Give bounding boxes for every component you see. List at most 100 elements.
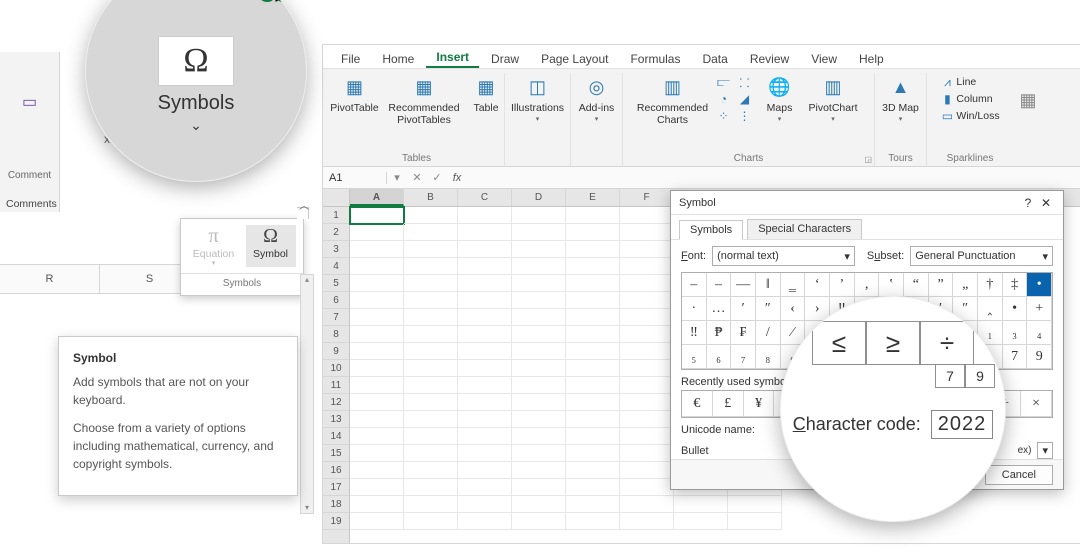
cell[interactable] — [566, 377, 620, 394]
cell[interactable] — [404, 292, 458, 309]
cell[interactable] — [512, 445, 566, 462]
namebox-dropdown-icon[interactable]: ▾ — [387, 171, 407, 184]
cell[interactable] — [350, 207, 404, 224]
symbol-cell[interactable]: ₃ — [1003, 321, 1028, 345]
row-19[interactable]: 19 — [323, 513, 349, 530]
cell[interactable] — [350, 394, 404, 411]
cell[interactable] — [350, 377, 404, 394]
recent-symbol[interactable]: × — [1021, 391, 1052, 417]
row-17[interactable]: 17 — [323, 479, 349, 496]
symbol-cell[interactable]: • — [1027, 273, 1052, 297]
row-3[interactable]: 3 — [323, 241, 349, 258]
cell[interactable] — [620, 411, 674, 428]
row-11[interactable]: 11 — [323, 377, 349, 394]
symbol-cell[interactable]: ₱ — [707, 321, 732, 345]
fx-icon[interactable]: fx — [447, 172, 467, 184]
cell[interactable] — [458, 275, 512, 292]
cell[interactable] — [350, 292, 404, 309]
cell[interactable] — [728, 513, 782, 530]
cell[interactable] — [566, 428, 620, 445]
cell[interactable] — [404, 326, 458, 343]
row-9[interactable]: 9 — [323, 343, 349, 360]
sparkline-line-button[interactable]: ⩘Line — [937, 75, 979, 91]
chart-line-icon[interactable]: ⸬ — [736, 75, 754, 89]
cell[interactable] — [458, 394, 512, 411]
cell[interactable] — [458, 292, 512, 309]
symbol-cell[interactable]: ₣ — [731, 321, 756, 345]
cell[interactable] — [512, 207, 566, 224]
cell[interactable] — [620, 479, 674, 496]
cell[interactable] — [566, 360, 620, 377]
symbol-cell[interactable]: ‖ — [756, 273, 781, 297]
cell[interactable] — [512, 326, 566, 343]
cell[interactable] — [566, 496, 620, 513]
cell[interactable] — [404, 513, 458, 530]
scrollbar-fragment[interactable]: ▴ ▾ — [300, 274, 314, 514]
tab-draw[interactable]: Draw — [481, 50, 529, 68]
row-13[interactable]: 13 — [323, 411, 349, 428]
row-5[interactable]: 5 — [323, 275, 349, 292]
recommended-pivottables-button[interactable]: ▦Recommended PivotTables — [388, 75, 460, 126]
symbol-cell[interactable]: ‛ — [879, 273, 904, 297]
cell[interactable] — [566, 309, 620, 326]
symbol-cell[interactable]: ″ — [756, 297, 781, 321]
cell[interactable] — [566, 207, 620, 224]
cell[interactable] — [512, 343, 566, 360]
col-A[interactable]: A — [350, 189, 404, 206]
cell[interactable] — [350, 224, 404, 241]
cell[interactable] — [512, 479, 566, 496]
symbol-cell[interactable]: ‒ — [682, 273, 707, 297]
recommended-charts-button[interactable]: ▥Recommended Charts — [637, 75, 709, 126]
cell[interactable] — [404, 224, 458, 241]
cell[interactable] — [458, 360, 512, 377]
col-E[interactable]: E — [566, 189, 620, 206]
chevron-down-icon[interactable]: ▾ — [1037, 442, 1053, 459]
recent-symbol[interactable]: € — [682, 391, 713, 417]
recent-symbol[interactable]: ¥ — [744, 391, 775, 417]
cell[interactable] — [404, 360, 458, 377]
cell[interactable] — [620, 241, 674, 258]
recent-symbol[interactable]: £ — [713, 391, 744, 417]
cell[interactable] — [566, 479, 620, 496]
symbol-cell[interactable]: ₄ — [1027, 321, 1052, 345]
row-1[interactable]: 1 — [323, 207, 349, 224]
col-D[interactable]: D — [512, 189, 566, 206]
dialog-launcher-icon[interactable]: ◲ — [864, 155, 872, 164]
symbol-cell[interactable]: 7 — [1003, 345, 1028, 369]
select-all-corner[interactable] — [323, 189, 350, 207]
cell[interactable] — [566, 241, 620, 258]
cell[interactable] — [404, 309, 458, 326]
chart-scatter-icon[interactable]: ⁘ — [715, 109, 733, 123]
cell[interactable] — [404, 258, 458, 275]
symbol-cell[interactable]: ₆ — [707, 345, 732, 369]
tab-home[interactable]: Home — [372, 50, 424, 68]
cell[interactable] — [458, 479, 512, 496]
chart-type-grid[interactable]: ⫍⸬ ◔◢ ⁘⋮ — [715, 75, 754, 123]
symbol-cell[interactable]: “ — [904, 273, 929, 297]
cell[interactable] — [458, 445, 512, 462]
cell[interactable] — [512, 275, 566, 292]
cell[interactable] — [404, 428, 458, 445]
symbol-cell[interactable]: / — [756, 321, 781, 345]
tab-insert[interactable]: Insert — [426, 48, 479, 68]
tab-file[interactable]: File — [331, 50, 370, 68]
chart-more-icon[interactable]: ⋮ — [736, 109, 754, 123]
cell[interactable] — [350, 428, 404, 445]
tab-formulas[interactable]: Formulas — [620, 50, 690, 68]
symbol-divide[interactable]: ÷ — [920, 321, 974, 365]
cell[interactable] — [512, 462, 566, 479]
symbol-cell[interactable]: † — [978, 273, 1003, 297]
cell[interactable] — [620, 275, 674, 292]
symbol-cell[interactable]: ‗ — [781, 273, 806, 297]
cell[interactable] — [566, 326, 620, 343]
symbol-cell[interactable]: ‼ — [682, 321, 707, 345]
cell[interactable] — [566, 394, 620, 411]
cell[interactable] — [458, 326, 512, 343]
cell[interactable] — [458, 428, 512, 445]
cell[interactable] — [350, 258, 404, 275]
cell[interactable] — [458, 496, 512, 513]
tab-page-layout[interactable]: Page Layout — [531, 50, 618, 68]
symbol-cell[interactable]: ‚ — [855, 273, 880, 297]
cell[interactable] — [404, 462, 458, 479]
row-12[interactable]: 12 — [323, 394, 349, 411]
